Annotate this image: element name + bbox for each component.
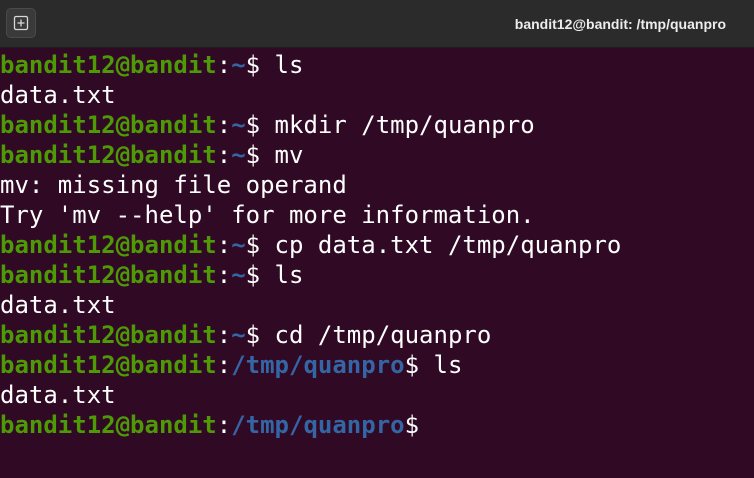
prompt-line: bandit12@bandit:~$ mv <box>0 140 754 170</box>
prompt-dollar: $ <box>245 141 261 169</box>
output-text: Try 'mv --help' for more information. <box>0 201 535 229</box>
output-line: Try 'mv --help' for more information. <box>0 200 754 230</box>
output-text: data.txt <box>0 381 116 409</box>
prompt-line: bandit12@bandit:~$ ls <box>0 50 754 80</box>
prompt-path: ~ <box>231 141 246 169</box>
prompt-dollar: $ <box>245 231 261 259</box>
prompt-user-host: bandit12@bandit <box>0 351 217 379</box>
prompt-user-host: bandit12@bandit <box>0 111 217 139</box>
prompt-dollar: $ <box>404 411 420 439</box>
prompt-line: bandit12@bandit:~$ cd /tmp/quanpro <box>0 320 754 350</box>
output-line: data.txt <box>0 380 754 410</box>
prompt-dollar: $ <box>245 321 261 349</box>
prompt-colon: : <box>216 321 232 349</box>
prompt-dollar: $ <box>404 351 420 379</box>
prompt-user-host: bandit12@bandit <box>0 321 217 349</box>
prompt-dollar: $ <box>245 111 261 139</box>
output-line: data.txt <box>0 80 754 110</box>
command-text: mkdir /tmp/quanpro <box>260 111 535 139</box>
new-tab-icon <box>13 15 29 31</box>
prompt-dollar: $ <box>245 51 261 79</box>
prompt-line: bandit12@bandit:/tmp/quanpro$ <box>0 410 754 440</box>
prompt-path: ~ <box>231 51 246 79</box>
output-text: data.txt <box>0 291 116 319</box>
prompt-path: ~ <box>231 321 246 349</box>
output-text: mv: missing file operand <box>0 171 347 199</box>
prompt-path: ~ <box>231 111 246 139</box>
output-line: mv: missing file operand <box>0 170 754 200</box>
prompt-dollar: $ <box>245 261 261 289</box>
prompt-user-host: bandit12@bandit <box>0 51 217 79</box>
prompt-path: ~ <box>231 261 246 289</box>
prompt-colon: : <box>216 351 232 379</box>
terminal-output[interactable]: bandit12@bandit:~$ ls data.txt bandit12@ba… <box>0 48 754 478</box>
prompt-line: bandit12@bandit:~$ cp data.txt /tmp/quan… <box>0 230 754 260</box>
prompt-user-host: bandit12@bandit <box>0 231 217 259</box>
command-text: ls <box>260 261 304 289</box>
prompt-line: bandit12@bandit:~$ mkdir /tmp/quanpro <box>0 110 754 140</box>
command-text: cp data.txt /tmp/quanpro <box>260 231 622 259</box>
prompt-colon: : <box>216 231 232 259</box>
title-bar: bandit12@bandit: /tmp/quanpro <box>0 0 754 48</box>
prompt-user-host: bandit12@bandit <box>0 261 217 289</box>
prompt-colon: : <box>216 111 232 139</box>
prompt-path: /tmp/quanpro <box>231 351 405 379</box>
prompt-line: bandit12@bandit:/tmp/quanpro$ ls <box>0 350 754 380</box>
output-line: data.txt <box>0 290 754 320</box>
prompt-line: bandit12@bandit:~$ ls <box>0 260 754 290</box>
new-tab-button[interactable] <box>6 8 36 38</box>
prompt-user-host: bandit12@bandit <box>0 141 217 169</box>
command-text: ls <box>260 51 304 79</box>
prompt-colon: : <box>216 411 232 439</box>
terminal-window: bandit12@bandit: /tmp/quanpro bandit12@b… <box>0 0 754 478</box>
prompt-path: /tmp/quanpro <box>231 411 405 439</box>
command-text: ls <box>419 351 463 379</box>
command-text: cd /tmp/quanpro <box>260 321 492 349</box>
prompt-colon: : <box>216 141 232 169</box>
window-title: bandit12@bandit: /tmp/quanpro <box>514 16 726 32</box>
prompt-colon: : <box>216 51 232 79</box>
command-text: mv <box>260 141 304 169</box>
output-text: data.txt <box>0 81 116 109</box>
prompt-colon: : <box>216 261 232 289</box>
prompt-user-host: bandit12@bandit <box>0 411 217 439</box>
prompt-path: ~ <box>231 231 246 259</box>
